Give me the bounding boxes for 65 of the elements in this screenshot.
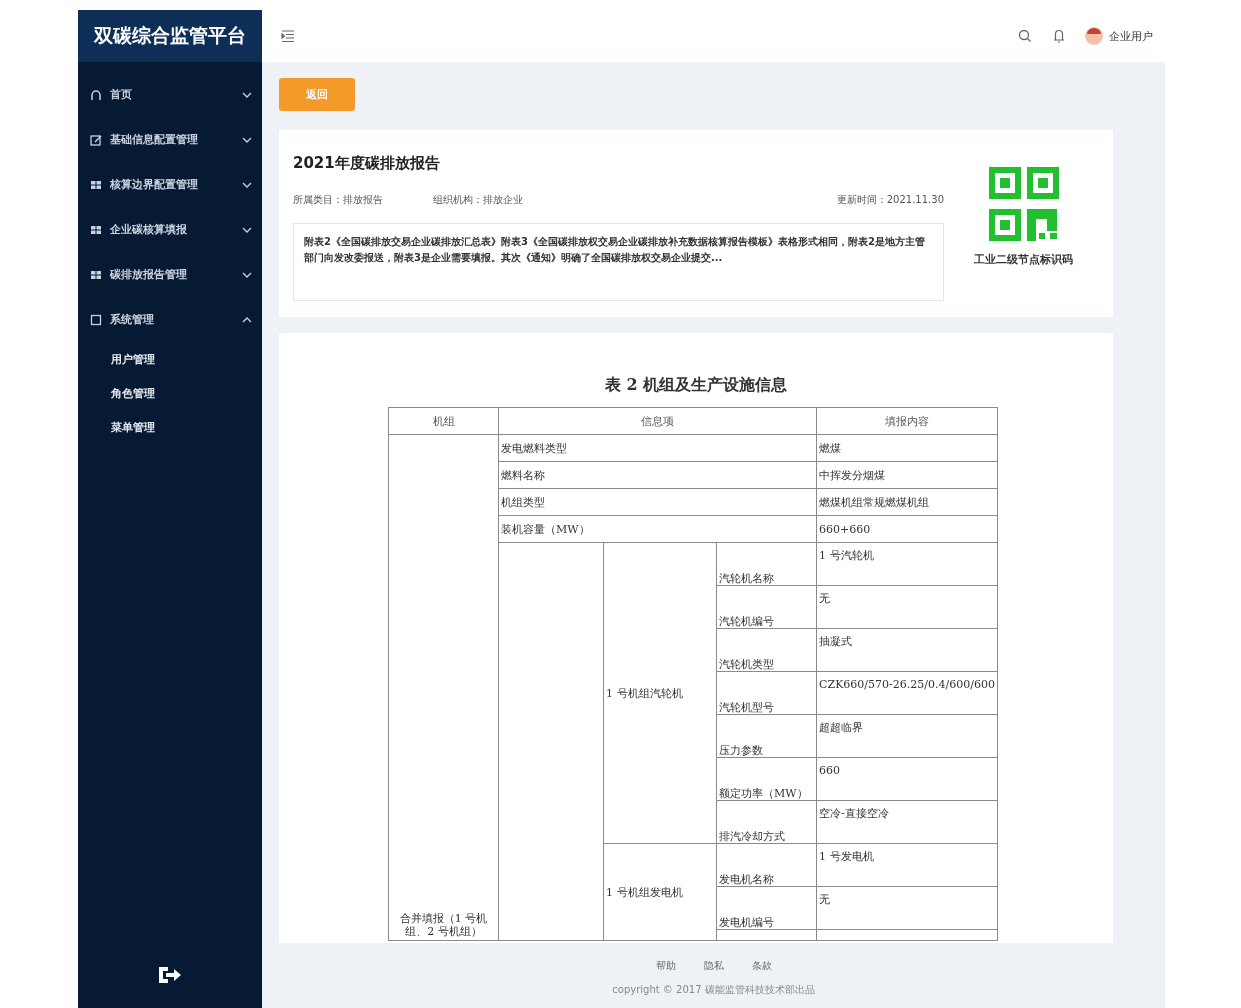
table-cell: 汽轮机名称 [716, 542, 817, 586]
table-cell: 压力参数 [716, 714, 817, 758]
square-icon [90, 313, 102, 326]
footer-link[interactable]: 条款 [751, 959, 772, 973]
table-cell: 燃料名称 [498, 461, 817, 489]
report-title: 2021年度碳排放报告 [293, 154, 441, 173]
sidebar-item[interactable]: 系统管理 [78, 297, 262, 342]
table-cell: 无 [816, 886, 998, 930]
table-cell: 燃煤机组常规燃煤机组 [816, 488, 998, 516]
menu-icon[interactable] [280, 28, 296, 44]
table-cell: 空冷-直接空冷 [816, 800, 998, 844]
column-header: 信息项 [498, 407, 817, 435]
bell-icon[interactable] [1051, 28, 1067, 44]
sidebar-subitem[interactable]: 用户管理 [78, 342, 262, 376]
sidebar-subitem[interactable]: 角色管理 [78, 376, 262, 410]
sidebar-item[interactable]: 核算边界配置管理 [78, 162, 262, 207]
table-cell: 中挥发分烟煤 [816, 461, 998, 489]
grid-icon [90, 268, 102, 281]
report-description: 附表2《全国碳排放交易企业碳排放汇总表》附表3《全国碳排放权交易企业碳排放补充数据核算报告模板》表格形式相同，附表2是地方主管部门向发改委报送，附表3是企业需要填报。其次《通知》明确了全国碳排放权交易企业提交... [293, 223, 944, 301]
table-cell: 排汽冷却方式 [716, 800, 817, 844]
table-cell: CZK660/570-26.25/0.4/600/600 [816, 671, 998, 715]
table-cell: 燃煤 [816, 434, 998, 462]
table-cell: 超超临界 [816, 714, 998, 758]
avatar-icon [1085, 27, 1103, 45]
table-cell: 汽轮机编号 [716, 585, 817, 629]
table-cell: 额定功率（MW） [716, 757, 817, 801]
table-cell: 660 [816, 757, 998, 801]
table-cell: 合并填报（1 号机组、2 号机组） [388, 434, 499, 941]
copyright-text: copyright © 2017 碳能监管科技技术部出品 [612, 983, 815, 997]
grid-icon [90, 178, 102, 191]
qr-caption: 工业二级节点标识码 [974, 252, 1073, 267]
column-header: 填报内容 [816, 407, 998, 435]
table-cell: 1 号汽轮机 [816, 542, 998, 586]
table-cell: 无 [816, 585, 998, 629]
table-cell: 抽凝式 [816, 628, 998, 672]
table-cell: 660+660 [816, 515, 998, 543]
table-cell: 1 号机组发电机 [603, 843, 717, 941]
table-cell: 汽轮机型号 [716, 671, 817, 715]
grid-icon [90, 223, 102, 236]
search-icon[interactable] [1017, 28, 1033, 44]
category-label: 所属类目：排放报告 [293, 193, 383, 207]
update-time: 更新时间：2021.11.30 [836, 193, 944, 207]
table-cell: 1 号机组汽轮机 [603, 542, 717, 844]
user-menu[interactable]: 企业用户 [1085, 27, 1153, 45]
table-cell: 机组类型 [498, 488, 817, 516]
organization-label: 组织机构：排放企业 [433, 193, 523, 207]
column-header: 机组 [388, 407, 499, 435]
sidebar-item[interactable]: 企业碳核算填报 [78, 207, 262, 252]
sidebar-item[interactable]: 首页 [78, 72, 262, 117]
sidebar-item[interactable]: 基础信息配置管理 [78, 117, 262, 162]
table-cell: 发电机编号 [716, 886, 817, 930]
table-cell: 汽轮机类型 [716, 628, 817, 672]
sidebar-item[interactable]: 碳排放报告管理 [78, 252, 262, 297]
table-cell: 发电燃料类型 [498, 434, 817, 462]
table-cell: 装机容量（MW） [498, 515, 817, 543]
app-title: 双碳综合监管平台 [78, 10, 262, 62]
edit-icon [90, 133, 102, 146]
footer-link[interactable]: 帮助 [655, 959, 676, 973]
table-cell: 1 号发电机 [816, 843, 998, 887]
table-cell: 发电机名称 [716, 843, 817, 887]
logout-icon[interactable] [157, 964, 183, 986]
footer-link[interactable]: 隐私 [703, 959, 724, 973]
sidebar-subitem[interactable]: 菜单管理 [78, 410, 262, 444]
document-title: 表 2 机组及生产设施信息 [604, 375, 788, 396]
home-icon [90, 88, 102, 101]
